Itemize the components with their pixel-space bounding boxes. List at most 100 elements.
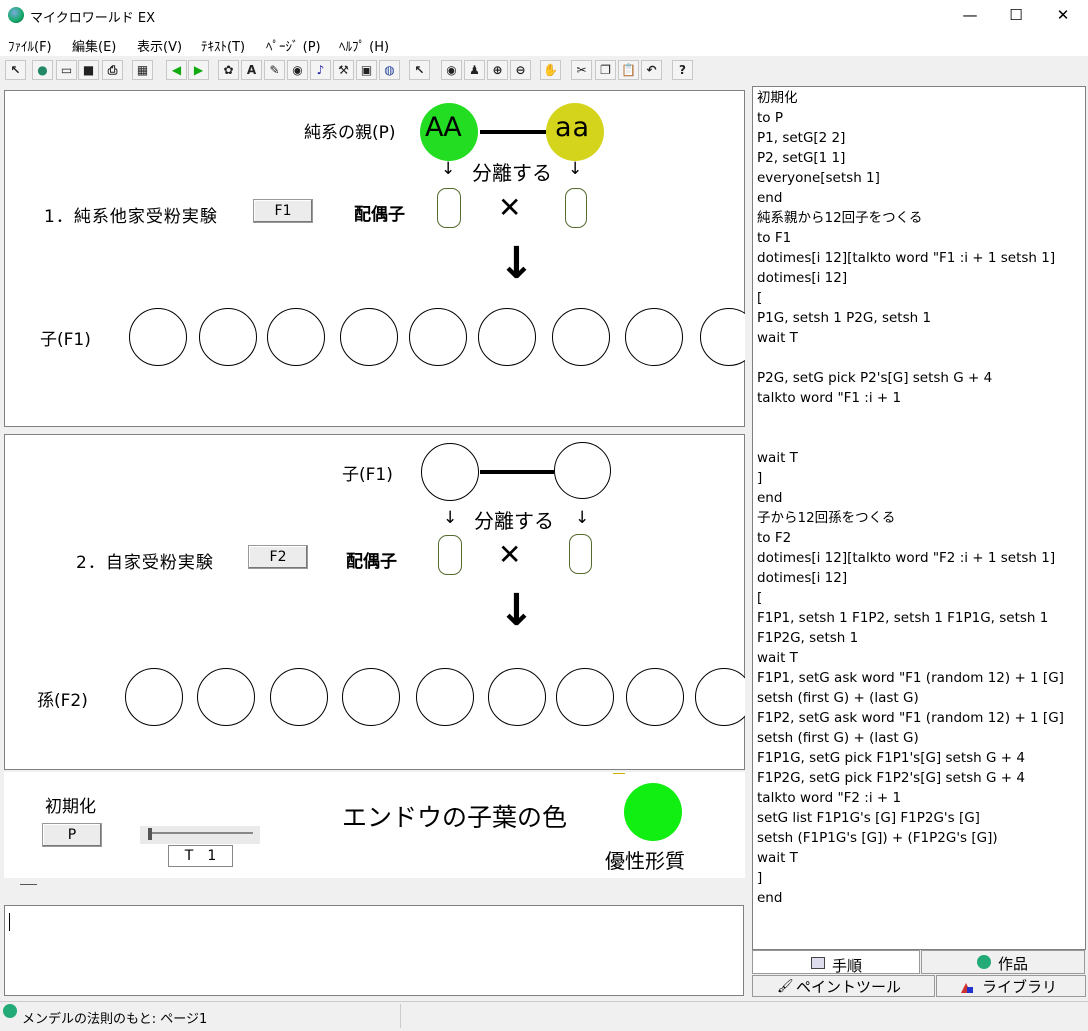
separate-label: 分離する <box>472 161 552 185</box>
save-icon[interactable]: ■ <box>78 60 99 80</box>
slider-thumb[interactable] <box>148 828 152 840</box>
tools-icon[interactable]: ⚒ <box>333 60 354 80</box>
copy-icon[interactable]: ❐ <box>595 60 616 80</box>
eye-icon[interactable]: ◉ <box>441 60 462 80</box>
experiment2-title: 2．自家受粉実験 <box>76 553 214 573</box>
code-line: P1G, setsh 1 P2G, setsh 1 <box>757 310 932 326</box>
code-line: 子から12回孫をつくる <box>757 510 896 526</box>
command-center[interactable] <box>4 905 744 996</box>
pointer-icon[interactable]: ↖ <box>409 60 430 80</box>
status-text: メンデルの法則のもと: ページ1 <box>22 1012 208 1027</box>
f1-button[interactable]: F1 <box>253 199 313 223</box>
cursor-icon[interactable]: ↖ <box>5 60 26 80</box>
zoom-out-icon[interactable]: ⊖ <box>510 60 531 80</box>
code-line: F1P1, setsh 1 F1P2, setsh 1 F1P1G, setsh… <box>757 610 1049 626</box>
f2-offspring-5[interactable] <box>416 668 474 726</box>
code-line: dotimes[i 12][talkto word "F2 :i + 1 set… <box>757 550 1056 566</box>
speed-slider[interactable] <box>140 826 260 844</box>
f2-offspring-6[interactable] <box>488 668 546 726</box>
code-line: dotimes[i 12] <box>757 570 848 586</box>
print-icon[interactable]: ⎙ <box>102 60 123 80</box>
back-arrow-icon[interactable]: ◀ <box>166 60 187 80</box>
forward-arrow-icon[interactable]: ▶ <box>188 60 209 80</box>
stamp-icon[interactable]: ♟ <box>464 60 485 80</box>
f2-offspring-9[interactable] <box>695 668 745 726</box>
offspring-label: 子(F1) <box>40 330 91 350</box>
code-line: setG list F1P1G's [G] F1P2G's [G] <box>757 810 980 826</box>
globe-icon[interactable]: ● <box>32 60 53 80</box>
menu-view[interactable]: 表示(V) <box>137 36 182 55</box>
parent-label: 純系の親(P) <box>304 123 396 143</box>
menu-file[interactable]: ﾌｧｲﾙ(F) <box>8 36 52 55</box>
f1-offspring-6[interactable] <box>478 308 536 366</box>
f2-button[interactable]: F2 <box>248 545 308 569</box>
f1-offspring-8[interactable] <box>625 308 683 366</box>
code-line: talkto word "F1 :i + 1 <box>757 390 902 406</box>
f1-offspring-1[interactable] <box>129 308 187 366</box>
music-icon[interactable]: ♪ <box>310 60 331 80</box>
minimize-button[interactable]: — <box>947 0 993 30</box>
text-box-icon[interactable]: A <box>241 60 262 80</box>
drawing-icon[interactable]: ✎ <box>264 60 285 80</box>
eye-stamp-icon[interactable]: ◉ <box>287 60 308 80</box>
gamete-left[interactable] <box>438 535 462 575</box>
scissors-icon[interactable]: ✂ <box>571 60 592 80</box>
help-icon[interactable]: ? <box>672 60 693 80</box>
f1-offspring-4[interactable] <box>340 308 398 366</box>
cross-icon: ✕ <box>498 191 522 224</box>
f1-parent1[interactable] <box>421 443 479 501</box>
tab-library-label: ライブラリ <box>982 978 1058 996</box>
down-arrow-icon: ↓ <box>498 585 535 636</box>
f2-offspring-1[interactable] <box>125 668 183 726</box>
f2-offspring-8[interactable] <box>626 668 684 726</box>
close-button[interactable]: ✕ <box>1040 0 1086 30</box>
turtle-icon[interactable]: ✿ <box>218 60 239 80</box>
app-icon <box>8 7 24 23</box>
parent1-genotype: AA <box>425 112 462 143</box>
code-line: setsh (first G) + (last G) <box>757 730 919 746</box>
down-arrow-icon: ↓ <box>498 238 535 289</box>
f1-offspring-2[interactable] <box>199 308 257 366</box>
code-line: dotimes[i 12][talkto word "F1 :i + 1 set… <box>757 250 1056 266</box>
f2-offspring-3[interactable] <box>270 668 328 726</box>
menu-edit[interactable]: 編集(E) <box>72 36 116 55</box>
f1-offspring-3[interactable] <box>267 308 325 366</box>
f2-offspring-7[interactable] <box>556 668 614 726</box>
stop-hand-icon[interactable]: ✋ <box>540 60 561 80</box>
dominant-trait-indicator[interactable] <box>624 783 682 841</box>
init-p-button[interactable]: P <box>42 823 102 847</box>
code-line: 初期化 <box>757 90 798 106</box>
book-icon <box>811 957 825 969</box>
slider-track <box>148 832 253 834</box>
f2-offspring-4[interactable] <box>342 668 400 726</box>
menu-help[interactable]: ﾍﾙﾌﾟ (H) <box>339 36 389 55</box>
code-line: wait T <box>757 850 798 866</box>
f1-offspring-5[interactable] <box>409 308 467 366</box>
zoom-in-icon[interactable]: ⊕ <box>487 60 508 80</box>
layout-icon[interactable]: ▦ <box>132 60 153 80</box>
paste-icon[interactable]: 📋 <box>618 60 639 80</box>
cross-line <box>480 130 546 134</box>
f2-offspring-2[interactable] <box>197 668 255 726</box>
menu-page[interactable]: ﾍﾟｰｼﾞ (P) <box>266 36 321 55</box>
gamete-right[interactable] <box>569 534 592 574</box>
tab-project-label: 作品 <box>998 955 1029 973</box>
gamete-right[interactable] <box>565 188 587 228</box>
undo-icon[interactable]: ↶ <box>641 60 662 80</box>
f1-parent2[interactable] <box>554 442 611 499</box>
f1-offspring-7[interactable] <box>552 308 610 366</box>
pea-title: エンドウの子葉の色 <box>342 803 568 832</box>
splitter-handle[interactable] <box>20 884 37 885</box>
code-line: ] <box>757 470 763 486</box>
open-icon[interactable]: ▭ <box>56 60 77 80</box>
globe-icon <box>3 1004 17 1018</box>
separate-label: 分離する <box>474 509 554 533</box>
maximize-button[interactable]: ☐ <box>993 0 1039 30</box>
dominant-label: 優性形質 <box>605 849 685 873</box>
web-icon[interactable]: ◍ <box>379 60 400 80</box>
video-icon[interactable]: ▣ <box>356 60 377 80</box>
init-label: 初期化 <box>45 797 96 817</box>
code-line: to P <box>757 110 783 126</box>
gamete-left[interactable] <box>437 188 461 228</box>
menu-text[interactable]: ﾃｷｽﾄ(T) <box>201 36 245 55</box>
